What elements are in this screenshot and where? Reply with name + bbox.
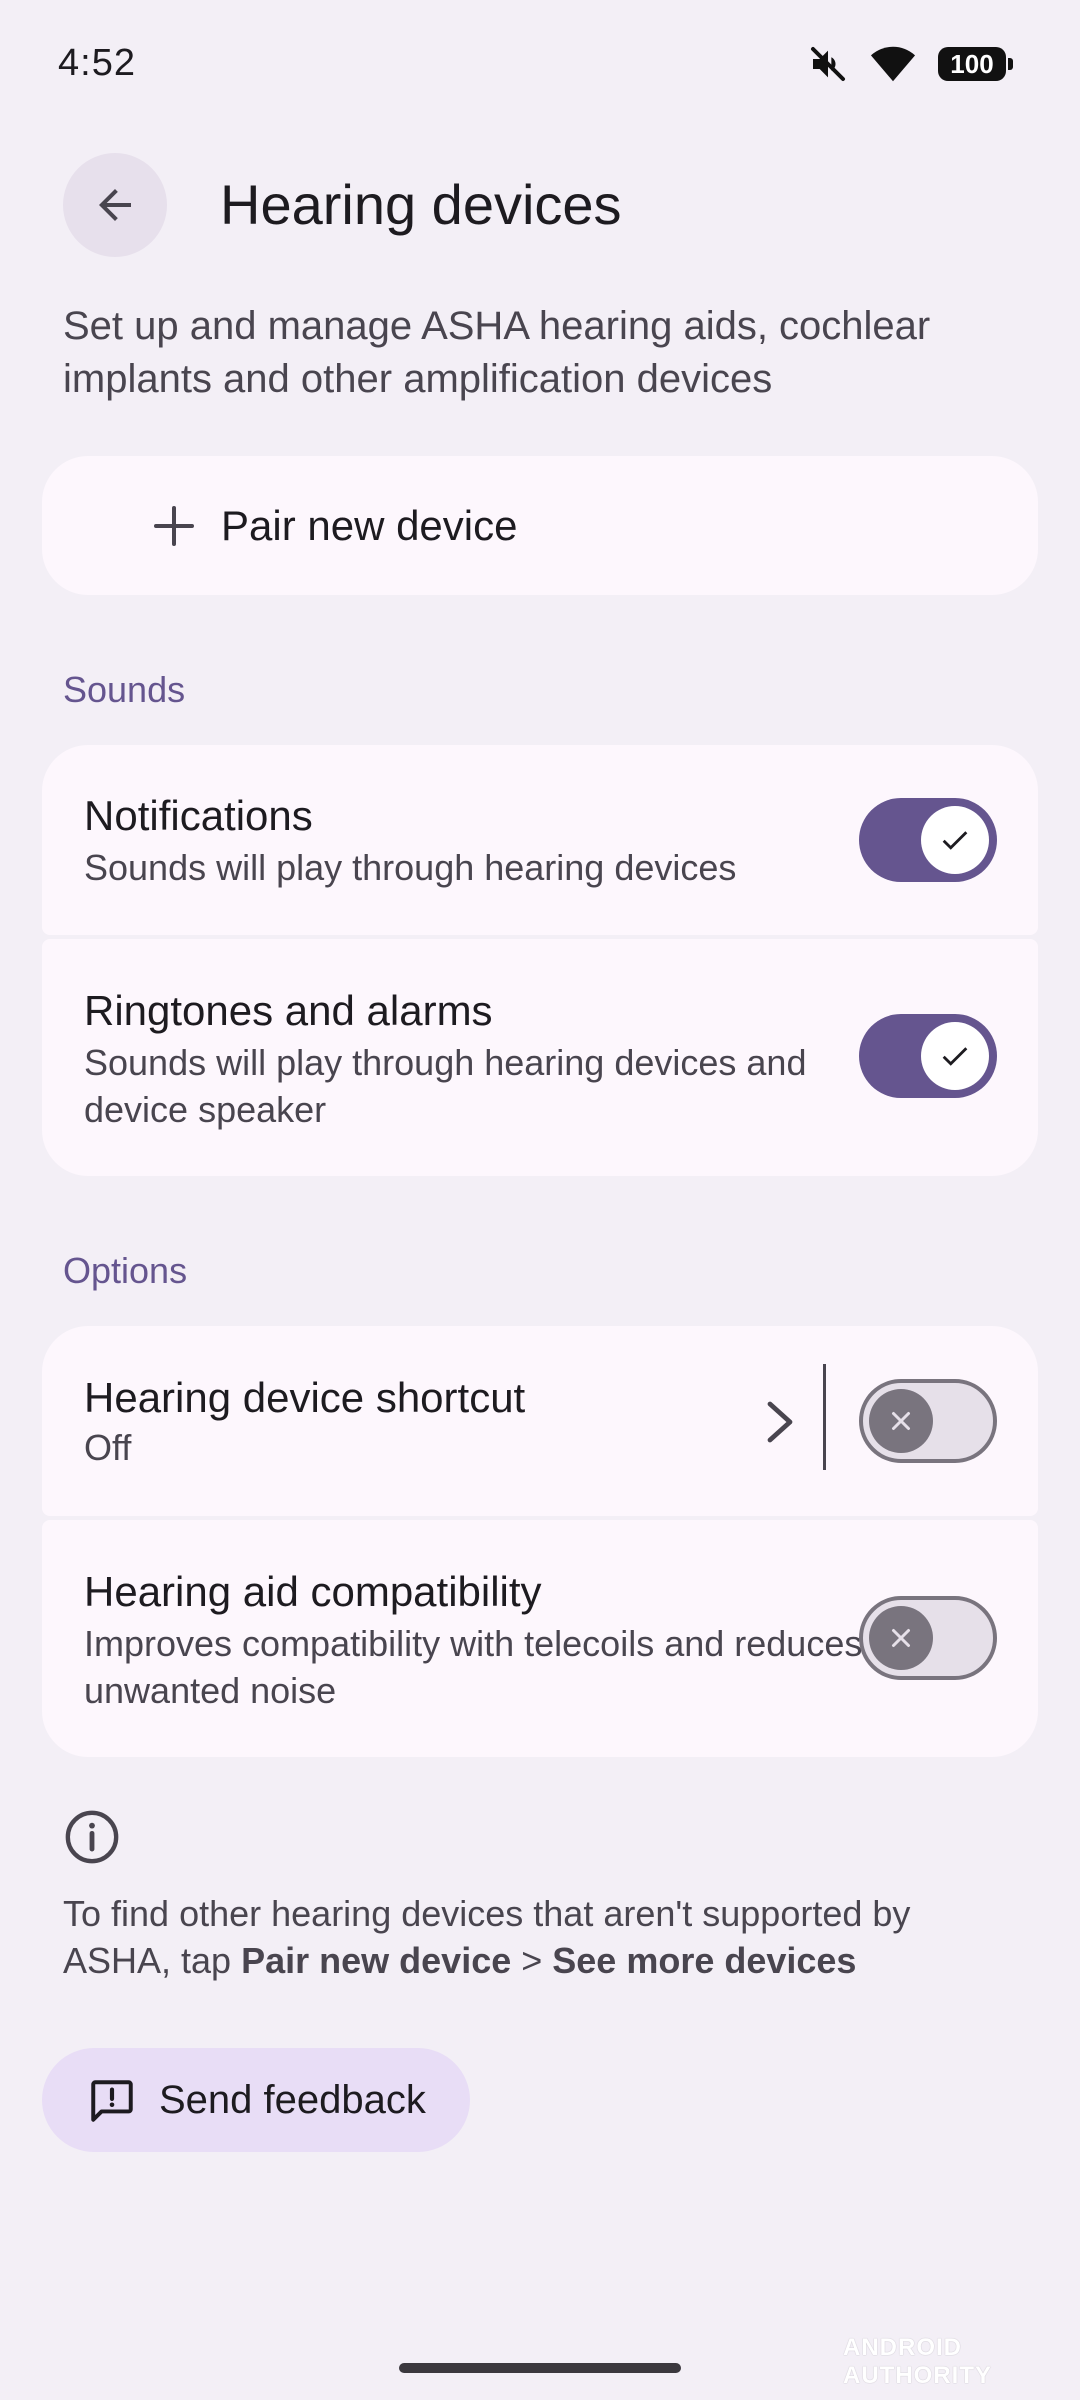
status-icons: 100	[808, 44, 1013, 84]
sounds-section-header: Sounds	[63, 669, 186, 710]
battery-icon: 100	[938, 47, 1013, 81]
footer-pair-new-device-text: Pair new device	[241, 1940, 512, 1981]
toggle-knob	[869, 1389, 933, 1453]
hearing-aid-compatibility-title: Hearing aid compatibility	[84, 1568, 542, 1615]
info-icon	[65, 1810, 119, 1864]
watermark: ANDROID AUTHORITY	[843, 2334, 992, 2389]
back-button[interactable]	[63, 153, 167, 257]
page-description: Set up and manage ASHA hearing aids, coc…	[63, 304, 931, 401]
toggle-knob	[921, 1022, 989, 1090]
notifications-title: Notifications	[84, 792, 313, 839]
chevron-right-icon[interactable]	[760, 1398, 800, 1446]
divider	[823, 1364, 826, 1470]
footer-see-more-devices-text: See more devices	[552, 1940, 857, 1981]
ringtones-alarms-toggle[interactable]	[859, 1014, 997, 1098]
close-icon	[892, 1629, 910, 1647]
feedback-icon	[91, 2080, 133, 2122]
ringtones-alarms-title: Ringtones and alarms	[84, 987, 493, 1034]
notifications-toggle[interactable]	[859, 798, 997, 882]
toggle-knob	[921, 806, 989, 874]
notifications-row[interactable]: Notifications Sounds will play through h…	[42, 745, 1038, 935]
wifi-icon	[870, 46, 916, 82]
hearing-device-shortcut-toggle[interactable]	[859, 1379, 997, 1463]
arrow-back-icon	[99, 189, 131, 221]
check-icon	[942, 1047, 968, 1066]
hearing-aid-compatibility-subtitle: Improves compatibility with telecoils an…	[84, 1623, 863, 1711]
pair-new-device-label: Pair new device	[221, 502, 518, 549]
hearing-device-shortcut-title: Hearing device shortcut	[84, 1374, 526, 1421]
hearing-device-shortcut-row[interactable]: Hearing device shortcut Off	[42, 1326, 1038, 1516]
ringtones-alarms-row[interactable]: Ringtones and alarms Sounds will play th…	[42, 939, 1038, 1176]
status-bar: 4:52 100	[0, 0, 1080, 130]
check-icon	[942, 831, 968, 850]
toggle-knob	[869, 1606, 933, 1670]
send-feedback-button[interactable]: Send feedback	[42, 2048, 470, 2152]
options-section-header: Options	[63, 1250, 188, 1291]
pair-new-device-button[interactable]: Pair new device	[42, 456, 1038, 595]
footer-info-text: To find other hearing devices that aren'…	[63, 1890, 1023, 1984]
status-time: 4:52	[58, 42, 136, 84]
plus-icon	[154, 506, 194, 546]
hearing-aid-compatibility-toggle[interactable]	[859, 1596, 997, 1680]
hearing-device-shortcut-subtitle: Off	[84, 1427, 132, 1468]
hearing-aid-compatibility-row[interactable]: Hearing aid compatibility Improves compa…	[42, 1520, 1038, 1757]
notifications-subtitle: Sounds will play through hearing devices	[84, 847, 737, 888]
home-indicator[interactable]	[399, 2363, 681, 2373]
send-feedback-label: Send feedback	[159, 2078, 426, 2122]
footer-text-separator: >	[511, 1940, 553, 1981]
page-title: Hearing devices	[220, 173, 622, 236]
close-icon	[892, 1412, 910, 1430]
ringtones-alarms-subtitle: Sounds will play through hearing devices…	[84, 1042, 807, 1130]
mute-icon	[811, 47, 845, 81]
battery-level: 100	[950, 48, 994, 79]
